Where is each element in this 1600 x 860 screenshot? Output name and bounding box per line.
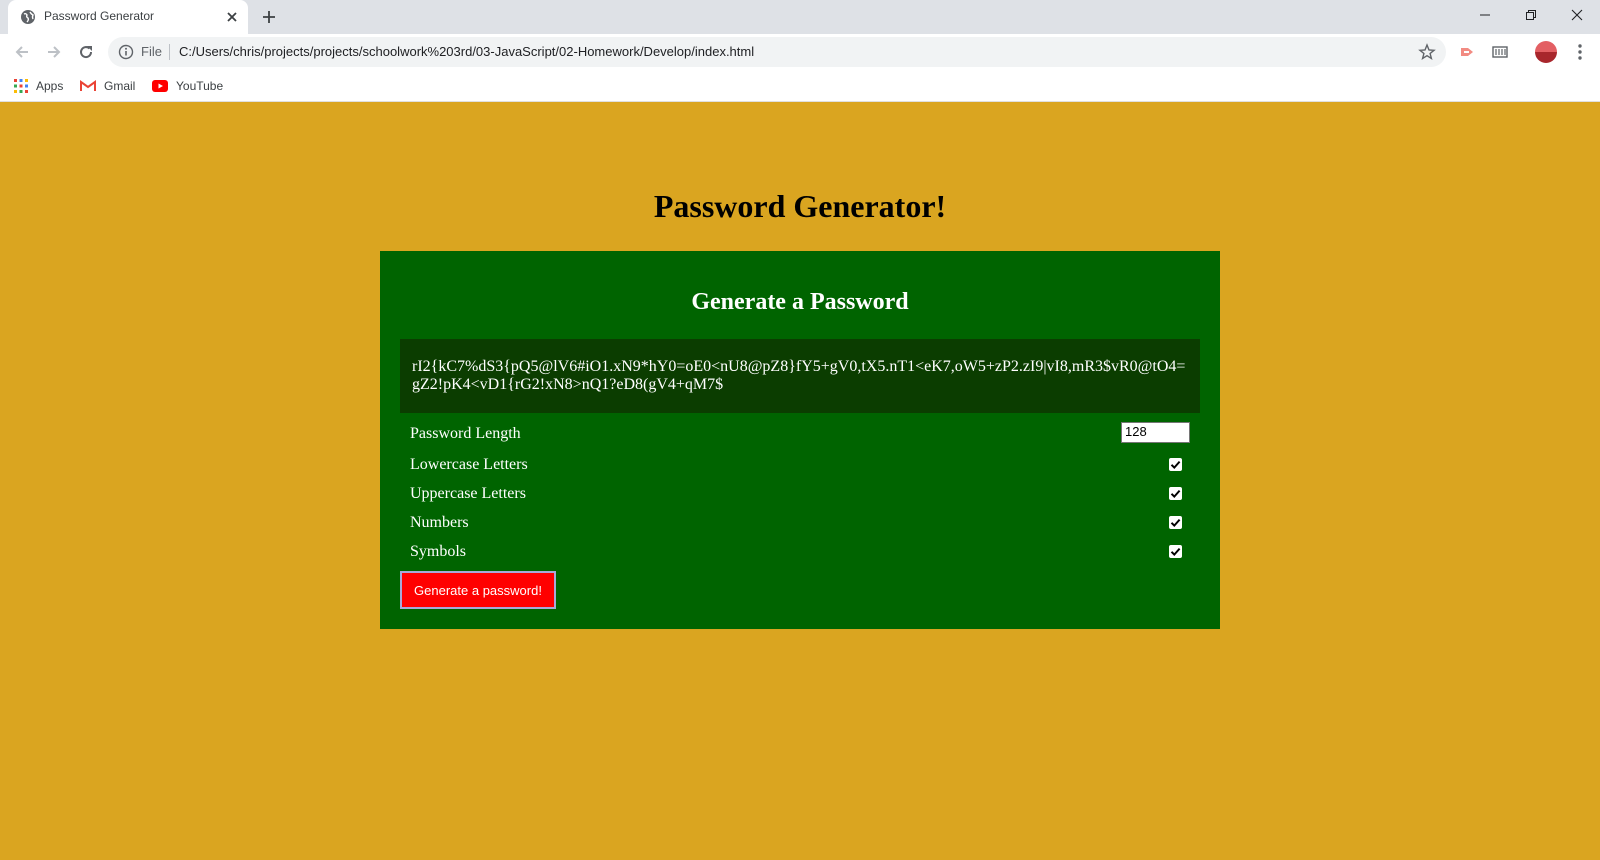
file-scheme-label: File — [141, 44, 162, 59]
reload-icon[interactable] — [76, 42, 96, 62]
option-row-uppercase: Uppercase Letters — [410, 485, 1190, 507]
bookmark-star-icon[interactable] — [1418, 43, 1436, 61]
browser-tab[interactable]: Password Generator — [8, 0, 248, 34]
url-text[interactable]: C:/Users/chris/projects/projects/schoolw… — [179, 44, 754, 59]
gmail-icon — [80, 80, 96, 91]
bookmark-youtube[interactable]: YouTube — [152, 76, 223, 96]
page-title: Password Generator! — [653, 188, 947, 224]
info-icon[interactable] — [118, 44, 134, 60]
restore-button[interactable] — [1508, 0, 1554, 30]
password-length-input[interactable]: 128 — [1121, 422, 1190, 443]
new-tab-icon[interactable] — [260, 8, 278, 26]
menu-dots-icon[interactable] — [1570, 42, 1590, 62]
password-length-row: Password Length 128 — [410, 422, 1190, 447]
apps-grid-icon — [14, 79, 28, 93]
profile-avatar[interactable] — [1535, 41, 1557, 63]
url-separator — [169, 44, 170, 60]
uppercase-label: Uppercase Letters — [410, 485, 526, 502]
lowercase-checkbox[interactable] — [1169, 458, 1182, 471]
option-row-numbers: Numbers — [410, 514, 1190, 536]
tab-strip: Password Generator — [0, 0, 1600, 34]
bookmark-label: Gmail — [104, 79, 136, 93]
globe-icon — [21, 10, 35, 24]
generator-card: Generate a Password rI2{kC7%dS3{pQ5@lV6#… — [380, 251, 1220, 629]
minimize-button[interactable] — [1462, 0, 1508, 30]
bookmark-apps[interactable]: Apps — [14, 76, 63, 96]
back-icon[interactable] — [12, 42, 32, 62]
uppercase-checkbox[interactable] — [1169, 487, 1182, 500]
minimize-icon — [1480, 14, 1490, 16]
lowercase-label: Lowercase Letters — [410, 456, 528, 473]
bookmarks-bar: Apps Gmail YouTube — [0, 70, 1600, 102]
tab-title: Password Generator — [44, 9, 155, 23]
bookmark-label: Apps — [36, 79, 64, 93]
address-bar[interactable]: File C:/Users/chris/projects/projects/sc… — [108, 37, 1446, 67]
browser-toolbar: File C:/Users/chris/projects/projects/sc… — [0, 34, 1600, 70]
generate-password-button[interactable]: Generate a password! — [400, 571, 556, 609]
numbers-label: Numbers — [410, 514, 469, 531]
close-icon[interactable] — [224, 9, 240, 25]
option-row-lowercase: Lowercase Letters — [410, 456, 1190, 478]
youtube-icon — [152, 80, 168, 92]
password-length-label: Password Length — [410, 425, 521, 442]
password-output[interactable]: rI2{kC7%dS3{pQ5@lV6#iO1.xN9*hY0=oE0<nU8@… — [400, 339, 1200, 413]
restore-icon — [1526, 10, 1536, 20]
bookmark-gmail[interactable]: Gmail — [80, 76, 135, 96]
card-title: Generate a Password — [691, 289, 909, 315]
page-body: Password Generator! Generate a Password … — [0, 102, 1600, 860]
bookmark-label: YouTube — [176, 79, 224, 93]
numbers-checkbox[interactable] — [1169, 516, 1182, 529]
symbols-label: Symbols — [410, 543, 467, 560]
option-row-symbols: Symbols — [410, 543, 1190, 565]
symbols-checkbox[interactable] — [1169, 545, 1182, 558]
forward-icon[interactable] — [44, 42, 64, 62]
extension-cast-icon[interactable] — [1458, 42, 1478, 62]
close-window-icon — [1571, 9, 1583, 21]
close-window-button[interactable] — [1554, 0, 1600, 30]
extension-reader-icon[interactable] — [1490, 42, 1510, 62]
